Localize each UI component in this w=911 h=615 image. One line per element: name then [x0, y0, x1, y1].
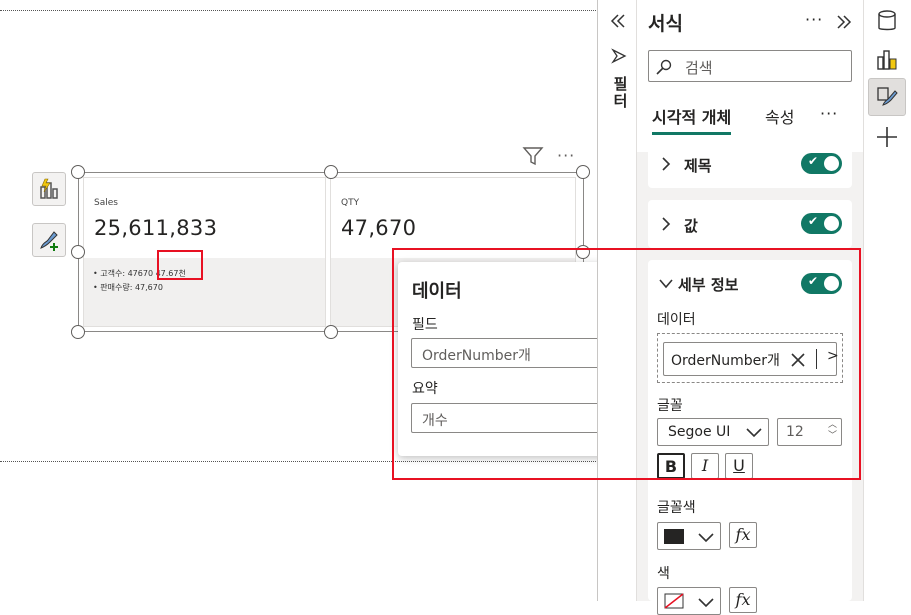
check-icon: ✔ — [808, 214, 819, 228]
collapse-double-chevron-icon[interactable] — [835, 13, 853, 31]
resize-handle-mid-left[interactable] — [71, 245, 85, 259]
page-boundary-top — [0, 10, 596, 11]
title-toggle[interactable]: ✔ — [801, 153, 842, 174]
card-title: QTY — [341, 198, 360, 208]
more-options-icon[interactable]: ··· — [805, 10, 823, 29]
no-color-icon — [664, 593, 684, 609]
card-value: 25,611,833 — [94, 216, 218, 240]
build-visual-button[interactable] — [868, 40, 906, 78]
font-color-picker[interactable] — [657, 522, 721, 550]
format-visual-button[interactable] — [32, 223, 66, 257]
background-color-picker[interactable] — [657, 587, 721, 615]
format-pane-header: 서식 ··· 검색 시각적 개체 속성 ··· — [637, 0, 863, 152]
expand-double-chevron-icon[interactable] — [609, 12, 627, 30]
resize-handle-top-left[interactable] — [71, 165, 85, 179]
chevron-right-icon — [662, 217, 671, 231]
card-value: 47,670 — [341, 216, 417, 240]
filter-funnel-icon — [611, 48, 627, 64]
search-icon — [656, 59, 672, 75]
font-color-label: 글꼴색 — [657, 500, 696, 516]
pane-switcher-rail — [863, 0, 911, 601]
section-values-label: 값 — [684, 217, 698, 235]
data-pane-button[interactable] — [868, 2, 906, 40]
more-options-icon[interactable]: ··· — [557, 146, 575, 165]
tab-visual[interactable]: 시각적 개체 — [652, 104, 732, 135]
chevron-right-icon — [662, 157, 671, 171]
values-toggle[interactable]: ✔ — [801, 213, 842, 234]
color-fx-button[interactable]: fx — [729, 587, 757, 613]
search-placeholder: 검색 — [685, 59, 713, 77]
filter-icon[interactable] — [522, 146, 544, 166]
plus-icon — [877, 127, 897, 147]
format-pane-button[interactable] — [868, 78, 906, 116]
tab-general[interactable]: 속성 — [765, 104, 794, 128]
search-input[interactable]: 검색 — [648, 50, 852, 82]
section-title[interactable]: 제목 ✔ — [648, 140, 852, 188]
build-visual-icon — [877, 50, 897, 70]
card-title: Sales — [94, 198, 118, 208]
analyze-visual-button[interactable] — [32, 172, 66, 206]
resize-handle-top-right[interactable] — [576, 165, 590, 179]
chart-bolt-icon — [40, 178, 58, 199]
database-icon — [878, 10, 896, 31]
color-label: 색 — [657, 566, 670, 582]
chevron-down-icon — [698, 598, 714, 608]
resize-handle-top-mid[interactable] — [324, 165, 338, 179]
font-color-fx-button[interactable]: fx — [729, 522, 757, 548]
resize-handle-bottom-mid[interactable] — [324, 325, 338, 339]
more-tabs-icon[interactable]: ··· — [820, 104, 838, 123]
detail-sales-qty: • 판매수량: 47,670 — [93, 283, 163, 292]
add-pane-button[interactable] — [868, 118, 906, 156]
format-pane-title: 서식 — [648, 13, 683, 35]
highlight-box-detail — [157, 250, 203, 280]
chevron-down-icon — [698, 533, 714, 543]
color-swatch — [664, 529, 684, 544]
check-icon: ✔ — [808, 154, 819, 168]
filter-pane-label: 필터 — [611, 76, 629, 110]
card-detail-area: • 고객수: 47670 47.67천 • 판매수량: 47,670 — [84, 258, 325, 326]
sales-card[interactable]: Sales 25,611,833 • 고객수: 47670 47.67천 • 판… — [83, 177, 326, 327]
section-title-label: 제목 — [684, 157, 712, 175]
highlight-box-settings — [392, 248, 861, 480]
section-values[interactable]: 값 ✔ — [648, 200, 852, 248]
format-paintbrush-icon — [877, 87, 898, 106]
resize-handle-bottom-left[interactable] — [71, 325, 85, 339]
paintbrush-plus-icon — [40, 231, 58, 251]
